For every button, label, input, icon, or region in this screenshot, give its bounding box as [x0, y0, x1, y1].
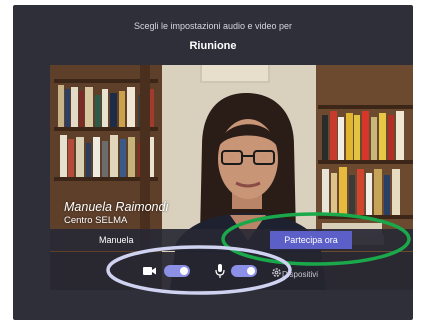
devices-link[interactable]: Dispositivi [282, 270, 318, 279]
camera-toggle[interactable] [164, 265, 190, 277]
join-now-button[interactable]: Partecipa ora [270, 231, 352, 249]
device-controls-bar: Dispositivi [50, 252, 413, 290]
teams-join-screen: Scegli le impostazioni audio e video per… [13, 5, 413, 320]
overlay-participant-name: Manuela Raimondi [64, 200, 169, 214]
overlay-organization: Centro SELMA [64, 215, 128, 226]
toggle-knob [180, 267, 188, 275]
participant-name: Manuela [99, 235, 134, 245]
name-bar: Manuela Partecipa ora [50, 229, 413, 251]
dialog-subtitle: Scegli le impostazioni audio e video per [133, 21, 293, 31]
video-preview: Manuela Raimondi Centro SELMA Manuela Pa… [50, 65, 413, 290]
meeting-title: Riunione [189, 40, 237, 52]
microphone-toggle[interactable] [231, 265, 257, 277]
toggle-knob [247, 267, 255, 275]
